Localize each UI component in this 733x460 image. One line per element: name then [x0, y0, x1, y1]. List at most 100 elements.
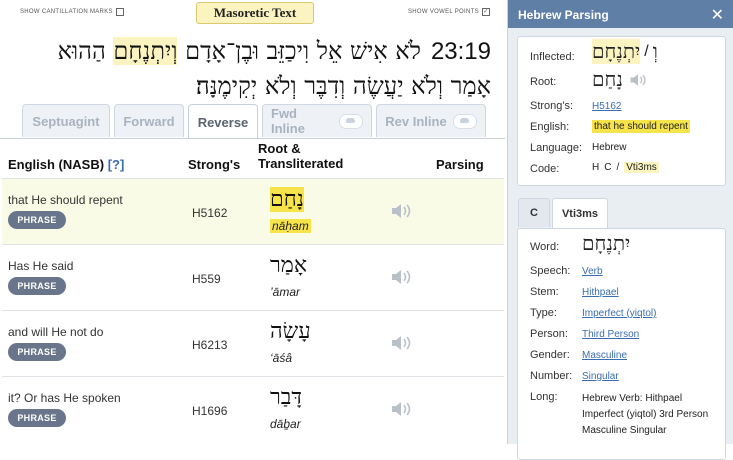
speaker-icon[interactable] [390, 203, 412, 219]
transliteration: ‘āśâ [270, 351, 293, 365]
root-value: נָחַם [592, 67, 647, 92]
root-hebrew-text: נָחַם [270, 187, 304, 212]
code-label: Code: [530, 163, 560, 175]
cloud-icon [339, 113, 363, 129]
tab-septuagint[interactable]: Septuagint [22, 104, 110, 137]
masoretic-text-button[interactable]: Masoretic Text [196, 2, 314, 24]
gender-value[interactable]: Masculine [582, 350, 627, 361]
tab-forward[interactable]: Forward [114, 104, 184, 137]
morph-card: Word: יִתְנֶחָם Speech: Verb Stem: Hithp… [517, 228, 726, 460]
tab-fwd-inline-label: Fwd Inline [271, 106, 305, 136]
code-v[interactable]: Vti3ms [624, 162, 659, 173]
stem-label: Stem: [530, 286, 559, 298]
root-hebrew[interactable]: עָשָׂה [270, 318, 311, 344]
help-link[interactable]: [?] [108, 157, 125, 172]
col-english-label: English (NASB) [8, 157, 105, 172]
root-label: Root: [530, 76, 557, 88]
root-hebrew[interactable]: דָּבַר [270, 384, 302, 410]
col-strongs: Strong's [188, 157, 241, 172]
root-word[interactable]: נָחַם [592, 67, 623, 92]
inflected-word[interactable]: יִתְנֶחָם [592, 39, 641, 64]
vowel-checkbox[interactable]: ✓ [481, 8, 490, 16]
verse-highlight-word[interactable]: וְיִתְנֶחָם [113, 37, 178, 65]
tab-rev-inline[interactable]: Rev Inline [376, 104, 486, 137]
topbar: SHOW CANTILLATION MARKS Masoretic Text S… [0, 0, 505, 24]
english-value: that he should repent [592, 120, 690, 133]
row-english: Has He said [8, 259, 74, 273]
vowel-toggle[interactable]: SHOW VOWEL POINTS ✓ [408, 8, 490, 16]
inflected-prefix[interactable]: וְ [653, 39, 658, 64]
verse-line-2[interactable]: אָמַר וְלֹא יַעֲשֶׂה וְדִבֶּר וְלֹא יְקִ… [11, 69, 491, 103]
tab-fwd-inline[interactable]: Fwd Inline [262, 104, 372, 137]
strongs-number[interactable]: H559 [192, 272, 221, 286]
verse-text: 23:19 לֹא אִישׁ אֵל וִיכַזֵּב וּבֶן־אָדָם… [11, 34, 491, 103]
phrase-button[interactable]: PHRASE [8, 343, 66, 361]
person-value[interactable]: Third Person [582, 329, 639, 340]
row-english: that He should repent [8, 193, 123, 207]
table-row[interactable]: and will He not do PHRASE H6213 עָשָׂה ‘… [2, 310, 504, 376]
phrase-button[interactable]: PHRASE [8, 211, 66, 229]
word-table: that He should repent PHRASE H5162 נָחַם… [2, 178, 504, 442]
stem-value[interactable]: Hithpael [582, 287, 619, 298]
speaker-icon[interactable] [629, 73, 647, 87]
speaker-icon[interactable] [390, 269, 412, 285]
strongs-label: Strong's: [530, 100, 574, 112]
verse-line-1: 23:19 לֹא אִישׁ אֵל וִיכַזֵּב וּבֶן־אָדָם… [11, 34, 491, 69]
tab-septuagint-label: Septuagint [32, 113, 100, 129]
panel-header: Hebrew Parsing ✕ [508, 0, 733, 28]
table-row[interactable]: it? Or has He spoken PHRASE H1696 דָּבַר… [2, 376, 504, 442]
verse-line1-after[interactable]: הַהוּא [58, 37, 114, 65]
long-label: Long: [530, 391, 558, 403]
tab-morph-vti3ms[interactable]: Vti3ms [552, 198, 608, 229]
close-icon[interactable]: ✕ [711, 5, 724, 25]
strongs-number[interactable]: H6213 [192, 338, 227, 352]
long-value: Hebrew Verb: Hithpael Imperfect (yiqtol)… [582, 393, 709, 436]
view-tabs: Septuagint Forward Reverse Fwd Inline Re… [22, 104, 486, 139]
speaker-icon[interactable] [390, 401, 412, 417]
english-label: English: [530, 121, 570, 133]
strongs-number[interactable]: H1696 [192, 404, 227, 418]
tab-rev-inline-label: Rev Inline [385, 113, 447, 129]
type-value[interactable]: Imperfect (yiqtol) [582, 308, 656, 319]
language-value: Hebrew [592, 142, 627, 153]
tab-reverse-label: Reverse [197, 114, 249, 130]
code-value: H C / Vti3ms [592, 162, 659, 173]
cloud-icon [452, 113, 477, 129]
row-english: and will He not do [8, 325, 104, 339]
col-root: Root & Transliterated [258, 141, 343, 171]
language-label: Language: [530, 142, 582, 154]
inflected-label: Inflected: [530, 51, 575, 63]
transliteration: nāḥam [270, 219, 311, 233]
verse-line1-before[interactable]: לֹא אִישׁ אֵל וִיכַזֵּב וּבֶן־אָדָם [177, 37, 421, 65]
phrase-button[interactable]: PHRASE [8, 277, 66, 295]
type-label: Type: [530, 307, 557, 319]
code-h[interactable]: H [592, 162, 599, 173]
strongs-link[interactable]: H5162 [592, 101, 621, 112]
root-hebrew[interactable]: אָמַר [270, 252, 307, 278]
tab-forward-label: Forward [123, 113, 175, 129]
strongs-number[interactable]: H5162 [192, 206, 227, 220]
cantillation-label: SHOW CANTILLATION MARKS [20, 9, 113, 15]
main-panel: SHOW CANTILLATION MARKS Masoretic Text S… [0, 0, 505, 444]
cantillation-toggle[interactable]: SHOW CANTILLATION MARKS [20, 8, 124, 16]
summary-card: Inflected: יִתְנֶחָם / וְ Root: נָחַם St… [517, 36, 726, 186]
tab-reverse[interactable]: Reverse [188, 104, 258, 139]
speech-label: Speech: [530, 265, 571, 277]
code-sep: / [616, 162, 620, 173]
verse-number: 23:19 [430, 38, 491, 65]
tab-morph-c[interactable]: C [518, 198, 550, 227]
speech-value[interactable]: Verb [582, 266, 603, 277]
col-english: English (NASB) [?] [8, 157, 124, 172]
number-value[interactable]: Singular [582, 371, 619, 382]
code-c[interactable]: C [604, 162, 611, 173]
table-row[interactable]: Has He said PHRASE H559 אָמַר ’āmar [2, 244, 504, 310]
cantillation-checkbox[interactable] [115, 8, 124, 16]
inflected-value: יִתְנֶחָם / וְ [592, 39, 658, 64]
gender-label: Gender: [530, 349, 570, 361]
row-english: it? Or has He spoken [8, 391, 121, 405]
table-row[interactable]: that He should repent PHRASE H5162 נָחַם… [2, 178, 504, 244]
root-hebrew[interactable]: נָחַם [270, 186, 304, 212]
speaker-icon[interactable] [390, 335, 412, 351]
phrase-button[interactable]: PHRASE [8, 409, 66, 427]
person-label: Person: [530, 328, 568, 340]
